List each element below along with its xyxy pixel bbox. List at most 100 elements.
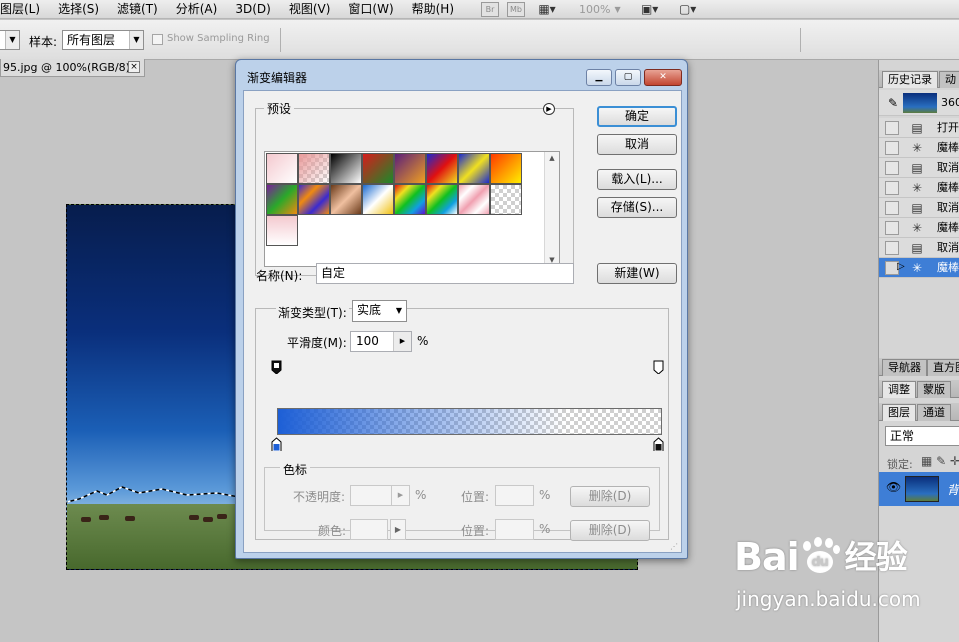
zoom-dropdown-icon[interactable]: ▼ <box>614 5 620 14</box>
scroll-up-icon[interactable]: ▲ <box>545 154 559 162</box>
preset-swatch[interactable] <box>266 184 298 215</box>
opacity-arrow-icon[interactable]: ▶ <box>391 486 409 505</box>
opacity-field[interactable]: ▶ <box>350 485 410 506</box>
history-item[interactable]: ▤ 取消 <box>879 198 959 218</box>
preset-swatch[interactable] <box>266 215 298 246</box>
tab-navigator[interactable]: 导航器 <box>882 359 927 376</box>
history-item[interactable]: ✳ 魔棒 <box>879 218 959 238</box>
preset-swatch[interactable] <box>458 184 490 215</box>
extras-icon[interactable]: ▦▾ <box>533 2 561 17</box>
blend-mode-dropdown[interactable]: 正常 <box>885 426 959 446</box>
history-item[interactable]: ✳ 魔棒 <box>879 138 959 158</box>
tab-history[interactable]: 历史记录 <box>882 71 938 88</box>
color-arrow-icon[interactable]: ▶ <box>390 519 406 540</box>
tab-adjustments[interactable]: 调整 <box>882 381 916 398</box>
tab-layers[interactable]: 图层 <box>882 404 916 421</box>
menu-analysis[interactable]: 分析(A) <box>167 0 227 19</box>
preset-swatch[interactable] <box>426 153 458 184</box>
history-source-checkbox[interactable] <box>885 241 899 255</box>
history-item[interactable]: ▤ 取消 <box>879 238 959 258</box>
preset-swatch[interactable] <box>426 184 458 215</box>
smoothness-arrow-icon[interactable]: ▶ <box>393 332 411 351</box>
load-button[interactable]: 载入(L)... <box>597 169 677 190</box>
tab-actions[interactable]: 动 <box>939 71 959 88</box>
sampling-ring-checkbox[interactable] <box>152 34 163 45</box>
color-location-percent: % <box>539 522 551 536</box>
color-swatch-field[interactable] <box>350 519 388 540</box>
sample-dropdown[interactable]: 所有图层 ▼ <box>62 30 144 50</box>
close-icon[interactable]: × <box>128 61 140 73</box>
color-delete-button[interactable]: 删除(D) <box>570 520 650 541</box>
document-tab[interactable]: 95.jpg @ 100%(RGB/8) × <box>0 59 145 77</box>
menu-filter[interactable]: 滤镜(T) <box>108 0 167 19</box>
menu-layer[interactable]: 图层(L) <box>0 0 49 19</box>
color-stop-right[interactable] <box>653 437 664 451</box>
history-item[interactable]: ▤ 取消 <box>879 158 959 178</box>
history-item[interactable]: ✳ 魔棒 ▷ <box>879 258 959 278</box>
horse-figure <box>125 516 135 521</box>
opacity-delete-button[interactable]: 删除(D) <box>570 486 650 507</box>
tab-channels[interactable]: 通道 <box>917 404 951 421</box>
bridge-icon[interactable]: Br <box>481 1 500 17</box>
color-location-field[interactable] <box>495 519 534 540</box>
opacity-location-field[interactable] <box>495 485 534 506</box>
opacity-location-percent: % <box>539 488 551 502</box>
preset-swatch[interactable] <box>330 153 362 184</box>
preset-swatch[interactable] <box>458 153 490 184</box>
smoothness-percent: % <box>417 334 429 348</box>
history-item[interactable]: ✳ 魔棒 <box>879 178 959 198</box>
ok-button[interactable]: 确定 <box>597 106 677 127</box>
history-source-checkbox[interactable] <box>885 201 899 215</box>
history-snapshot[interactable]: ✎ 360 <box>879 90 959 116</box>
preset-swatch[interactable] <box>394 184 426 215</box>
gradient-preview-bar[interactable] <box>277 408 662 435</box>
preset-swatch[interactable] <box>362 153 394 184</box>
lock-icons[interactable]: ▦ ✎ ✛ <box>921 454 959 468</box>
history-source-checkbox[interactable] <box>885 141 899 155</box>
opacity-stop-right[interactable] <box>653 360 664 374</box>
preset-swatch[interactable] <box>330 184 362 215</box>
preset-swatch[interactable] <box>266 153 298 184</box>
resize-grip-icon[interactable]: ⋰ <box>670 542 678 551</box>
mini-bridge-icon[interactable]: Mb <box>507 1 526 17</box>
preset-swatch[interactable] <box>362 184 394 215</box>
sample-size-dropdown[interactable]: ▼ <box>0 30 20 50</box>
smoothness-field[interactable]: 100 ▶ <box>350 331 412 352</box>
close-button[interactable]: ✕ <box>644 69 682 86</box>
cancel-button[interactable]: 取消 <box>597 134 677 155</box>
preset-swatch[interactable] <box>490 184 522 215</box>
menu-3d[interactable]: 3D(D) <box>226 0 279 19</box>
menu-view[interactable]: 视图(V) <box>280 0 340 19</box>
menu-select[interactable]: 选择(S) <box>49 0 108 19</box>
maximize-button[interactable]: ▢ <box>615 69 641 86</box>
save-button[interactable]: 存储(S)... <box>597 197 677 218</box>
tab-masks[interactable]: 蒙版 <box>917 381 951 398</box>
blend-mode-value: 正常 <box>890 429 915 443</box>
presets-menu-icon[interactable]: ▶ <box>543 103 555 115</box>
presets-scrollbar[interactable]: ▲ ▼ <box>544 152 559 266</box>
color-stop-left[interactable] <box>271 437 282 451</box>
history-item[interactable]: ▤ 打开 <box>879 118 959 138</box>
preset-swatch[interactable] <box>490 153 522 184</box>
screen-mode-icon[interactable]: ▢▾ <box>673 2 703 17</box>
minimize-button[interactable]: ▁ <box>586 69 612 86</box>
zoom-level[interactable]: 100% <box>579 3 610 16</box>
history-source-checkbox[interactable] <box>885 221 899 235</box>
tab-histogram[interactable]: 直方图 <box>927 359 959 376</box>
menu-help[interactable]: 帮助(H) <box>403 0 463 19</box>
preset-swatch[interactable] <box>298 153 330 184</box>
new-button[interactable]: 新建(W) <box>597 263 677 284</box>
history-item-label: 取消 <box>937 201 959 214</box>
preset-swatch[interactable] <box>298 184 330 215</box>
opacity-stop-left[interactable] <box>271 360 282 374</box>
gradient-type-dropdown[interactable]: 实底 ▼ <box>352 300 407 322</box>
history-source-checkbox[interactable] <box>885 121 899 135</box>
arrange-icon[interactable]: ▣▾ <box>635 2 665 17</box>
eye-icon[interactable]: 👁 <box>886 480 901 494</box>
layer-row-background[interactable]: 👁 背 <box>879 472 959 506</box>
history-source-checkbox[interactable] <box>885 181 899 195</box>
menu-window[interactable]: 窗口(W) <box>339 0 402 19</box>
preset-swatch[interactable] <box>394 153 426 184</box>
name-field[interactable]: 自定 <box>316 263 574 284</box>
history-source-checkbox[interactable] <box>885 161 899 175</box>
